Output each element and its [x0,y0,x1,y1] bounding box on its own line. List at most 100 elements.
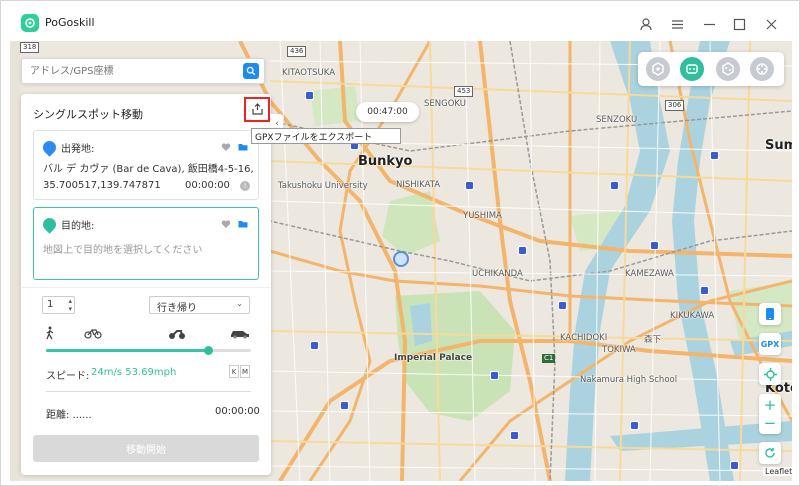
speed-label: スピード: [46,371,90,382]
station-icon [518,246,527,255]
road-badge: 436 [287,46,307,57]
destination-pin-icon [40,215,59,234]
destination-card[interactable]: 目的地: 地図上で目的地を選択してください [33,207,259,280]
menu-icon[interactable] [666,13,688,35]
close-icon[interactable] [760,13,782,35]
favorite-icon[interactable] [221,142,231,152]
place-label: KACHIDOKI [560,333,608,343]
search-icon [246,66,256,76]
divider [46,391,251,392]
route-mode-value: 行き帰り [157,303,197,314]
bicycle-icon[interactable] [84,326,102,340]
place-label: KITAOTSUKA [282,68,336,78]
info-icon[interactable]: ! [240,181,250,191]
station-icon [310,341,319,350]
place-label: Nakamura High School [580,375,678,385]
folder-icon[interactable] [238,142,248,152]
route-mode-select[interactable]: 行き帰り ⌄ [149,296,250,314]
joystick-mode-icon[interactable] [750,57,774,81]
app-window: PoGoskill 318 436 453 306 C1 KITAOTSUKA … [0,0,800,486]
single-spot-panel: シングルスポット移動 出発地: バル デ カヴァ (Bar de Cava), … [21,94,271,475]
place-label: 森下 [644,335,662,345]
favorite-icon[interactable] [221,219,231,229]
station-icon [630,421,639,430]
zoom-in-icon[interactable]: + [764,396,777,414]
export-icon [251,103,263,115]
place-label: SENZOKU [596,115,638,125]
station-icon [650,241,659,250]
place-label: Imperial Palace [394,353,473,363]
place-label: Bunkyo [358,154,413,169]
station-icon [465,181,474,190]
station-icon [305,91,314,100]
place-label: SENGOKU [424,99,466,109]
current-location-icon[interactable] [393,251,409,267]
refresh-icon [765,448,775,458]
gpx-import-button[interactable]: GPX [759,333,781,355]
road-badge: 453 [454,86,474,97]
loop-count-stepper[interactable]: 1 ▴ ▾ [42,296,75,314]
single-spot-mode-icon[interactable] [680,57,704,81]
reset-button[interactable] [759,442,781,464]
station-icon [730,461,739,470]
distance-time: 00:00:00 [215,406,260,417]
minimize-icon[interactable] [698,13,720,35]
speed-slider-thumb[interactable] [203,346,213,355]
destination-label: 目的地: [61,221,95,232]
user-icon[interactable] [635,13,657,35]
chevron-down-icon: ⌄ [236,299,243,308]
walk-icon[interactable] [44,326,56,340]
station-icon [700,286,709,295]
place-label: KIKUKAWA [670,311,715,321]
unit-m-button[interactable]: M [240,365,250,378]
multi-spot-mode-icon[interactable] [716,57,740,81]
station-icon [710,151,719,160]
locate-button[interactable] [759,363,781,385]
distance-label: 距離: ...... [46,410,92,421]
motorcycle-icon[interactable] [168,326,186,340]
start-coordinates: 35.700517,139.747871 [43,180,161,191]
export-gpx-button[interactable] [244,97,270,122]
zoom-controls: + − [759,394,781,434]
place-label: KAMEZAWA [625,269,674,279]
place-label: TOKIWA [602,345,636,355]
panel-title: シングルスポット移動 [33,108,143,121]
stepper-arrows-icon[interactable]: ▴ ▾ [68,297,72,313]
start-label: 出発地: [61,144,95,155]
locate-icon [763,367,777,381]
road-badge: 306 [665,100,685,111]
station-icon [510,431,519,440]
search-bar [21,58,265,84]
loop-count-value: 1 [47,299,54,310]
search-button[interactable] [243,63,259,79]
place-label: UCHIKANDA [472,269,523,279]
mode-switcher [638,52,784,86]
place-label: Sumi [765,138,792,153]
export-tooltip: GPXファイルをエクスポート [251,128,401,144]
start-pin-icon [40,138,59,157]
road-badge: 318 [20,42,40,53]
app-title: PoGoskill [45,16,95,29]
speed-value: 24m/s 53.69mph [91,367,177,378]
maximize-icon[interactable] [728,13,750,35]
start-move-button[interactable]: 移動開始 [33,435,259,462]
station-icon [610,181,619,190]
start-card: 出発地: バル デ カヴァ (Bar de Cava), 飯田橋4-5-16, … [33,130,259,200]
search-input[interactable] [30,63,230,79]
start-address: バル デ カヴァ (Bar de Cava), 飯田橋4-5-16, ... [43,164,255,175]
app-logo-icon [21,14,39,32]
map-attribution-link[interactable]: Leaflet [763,467,795,476]
folder-icon[interactable] [238,219,248,229]
unit-k-button[interactable]: K [229,365,239,378]
phone-device-button[interactable] [759,303,781,325]
teleport-mode-icon[interactable] [646,57,670,81]
route-tag: C1 [542,354,556,363]
station-icon [490,371,499,380]
destination-placeholder: 地図上で目的地を選択してください [43,245,203,256]
place-label: NISHIKATA [396,180,441,190]
speed-slider[interactable] [46,346,251,355]
speed-slider-fill [46,349,208,352]
zoom-out-icon[interactable]: − [764,414,777,432]
car-icon[interactable] [229,326,251,340]
station-icon [558,301,567,310]
